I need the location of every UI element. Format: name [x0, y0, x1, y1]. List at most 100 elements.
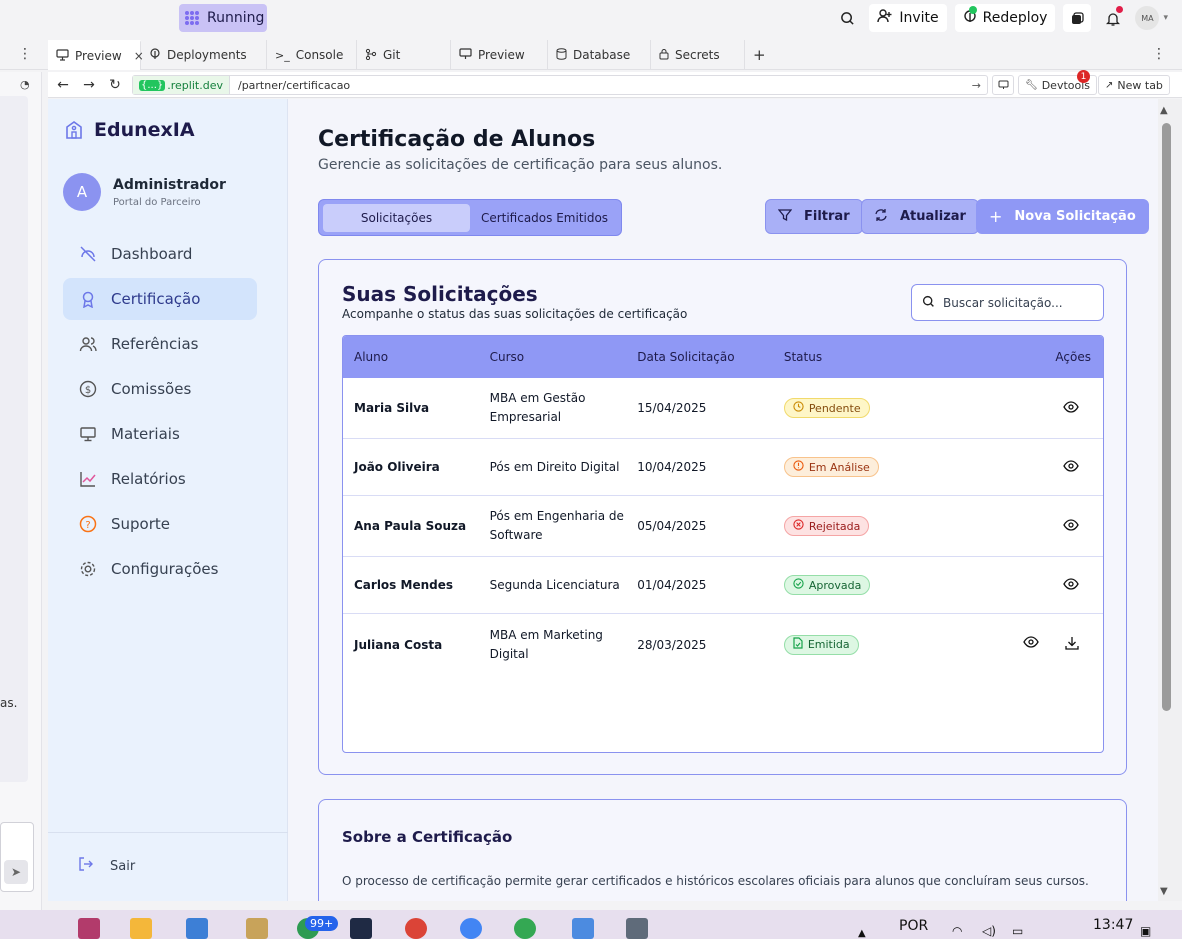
- download-icon[interactable]: [1065, 636, 1079, 653]
- sidebar-item-configuracoes[interactable]: Configurações: [63, 548, 257, 590]
- tab-certificados-emitidos[interactable]: Certificados Emitidos: [472, 204, 617, 232]
- clock-time[interactable]: 13:47: [1093, 917, 1133, 933]
- chrome-icon[interactable]: [405, 918, 427, 939]
- terminal-icon[interactable]: [350, 918, 372, 939]
- sidebar-item-referencias[interactable]: Referências: [63, 323, 257, 365]
- eye-icon[interactable]: [1063, 400, 1079, 416]
- status-cell: Pendente: [783, 398, 983, 418]
- refresh-label: Atualizar: [900, 209, 966, 224]
- tab-console[interactable]: >_ Console: [267, 40, 357, 70]
- tab-secrets[interactable]: Secrets: [651, 40, 745, 70]
- calculator-icon[interactable]: [626, 918, 648, 939]
- kebab-icon[interactable]: ⋮: [18, 46, 32, 62]
- table-row[interactable]: Maria Silva MBA em Gestão Empresarial 15/…: [343, 378, 1103, 439]
- notepad-icon[interactable]: [572, 918, 594, 939]
- new-tab-button[interactable]: ↗ New tab: [1098, 75, 1170, 95]
- tab-preview[interactable]: Preview ×: [48, 40, 144, 70]
- notifications-icon[interactable]: ▣: [1140, 924, 1151, 938]
- notification-count: 99+: [305, 916, 339, 931]
- volume-icon[interactable]: ◁): [982, 924, 996, 938]
- scroll-up-icon[interactable]: ▲: [1160, 105, 1168, 116]
- reload-icon[interactable]: ↻: [102, 77, 128, 93]
- card-subtitle: Acompanhe o status das suas solicitações…: [342, 307, 688, 321]
- scroll-down-icon[interactable]: ▼: [1160, 886, 1168, 897]
- sidebar-item-suporte[interactable]: ? Suporte: [63, 503, 257, 545]
- search-icon[interactable]: [833, 4, 861, 32]
- scrollbar-thumb[interactable]: [1162, 123, 1171, 711]
- eye-icon[interactable]: [1063, 518, 1079, 534]
- tab-label: Preview: [478, 48, 525, 62]
- sidebar-item-comissoes[interactable]: $ Comissões: [63, 368, 257, 410]
- column-header[interactable]: Aluno: [343, 350, 490, 364]
- table-row[interactable]: Carlos Mendes Segunda Licenciatura 01/04…: [343, 557, 1103, 614]
- monitor-icon: [459, 47, 472, 63]
- back-icon[interactable]: ←: [50, 77, 76, 93]
- eye-icon[interactable]: [1023, 636, 1039, 653]
- battery-icon[interactable]: ▭: [1012, 924, 1023, 938]
- device-icon[interactable]: [992, 75, 1014, 95]
- add-tab-button[interactable]: +: [745, 40, 775, 70]
- sidebar-item-relatorios[interactable]: Relatórios: [63, 458, 257, 500]
- books-icon[interactable]: [78, 918, 100, 939]
- column-header[interactable]: Curso: [490, 348, 638, 367]
- invite-button[interactable]: Invite: [869, 4, 947, 32]
- history-icon[interactable]: ◔: [20, 78, 30, 91]
- language-indicator[interactable]: POR: [899, 918, 928, 934]
- sidebar-item-label: Comissões: [111, 380, 192, 398]
- request-date: 10/04/2025: [637, 460, 707, 474]
- tab-solicitacoes[interactable]: Solicitações: [323, 204, 470, 232]
- filter-button[interactable]: Filtrar: [765, 199, 863, 234]
- brand[interactable]: EdunexIA: [64, 119, 195, 141]
- tab-database[interactable]: Database: [548, 40, 651, 70]
- wrench-icon: 🔧︎: [1025, 79, 1038, 91]
- page-scrollbar[interactable]: ▲ ▼: [1158, 99, 1182, 901]
- refresh-button[interactable]: Atualizar: [861, 199, 979, 234]
- tab-deployments[interactable]: Deployments: [141, 40, 267, 70]
- column-header[interactable]: Data Solicitação: [637, 350, 784, 364]
- kebab-icon[interactable]: ⋮: [1152, 46, 1166, 62]
- course-line: Empresarial: [489, 410, 562, 424]
- database-icon: [556, 47, 567, 63]
- table-row[interactable]: Juliana Costa MBA em Marketing Digital 28…: [343, 614, 1103, 675]
- eye-icon[interactable]: [1063, 577, 1079, 593]
- tab-git[interactable]: Git: [357, 40, 451, 70]
- student-name: Maria Silva: [354, 401, 430, 415]
- new-request-button[interactable]: + Nova Solicitação: [976, 199, 1149, 234]
- wifi-icon[interactable]: ◠: [952, 924, 962, 938]
- requests-card: Suas Solicitações Acompanhe o status das…: [318, 259, 1127, 775]
- tab-preview-2[interactable]: Preview: [451, 40, 548, 70]
- forward-icon[interactable]: →: [76, 77, 102, 93]
- send-icon[interactable]: ➤: [4, 860, 28, 884]
- chrome-profile-icon[interactable]: [460, 918, 482, 939]
- chrome-profile-m-icon[interactable]: [514, 918, 536, 939]
- multiplayer-icon[interactable]: [1063, 4, 1092, 32]
- table-row[interactable]: João Oliveira Pós em Direito Digital 10/…: [343, 439, 1103, 496]
- logout-button[interactable]: Sair: [78, 857, 135, 875]
- actions-cell: [983, 400, 1103, 416]
- search-input[interactable]: Buscar solicitação...: [911, 284, 1104, 321]
- account-menu[interactable]: MA ▾: [1135, 6, 1168, 30]
- devtools-button[interactable]: 🔧︎ Devtools 1: [1018, 70, 1098, 95]
- sidebar-item-certificacao[interactable]: Certificação: [63, 278, 257, 320]
- redeploy-label: Redeploy: [982, 10, 1048, 26]
- table-row[interactable]: Ana Paula Souza Pós em Engenharia de Soft…: [343, 496, 1103, 557]
- go-arrow-icon[interactable]: →: [972, 79, 981, 92]
- sidebar-item-dashboard[interactable]: Dashboard: [63, 233, 257, 275]
- chevron-up-icon[interactable]: ▲: [858, 928, 866, 939]
- run-button[interactable]: Running: [179, 4, 267, 32]
- url-field[interactable]: {...} .replit.dev /partner/certificacao …: [132, 75, 988, 95]
- bell-icon[interactable]: [1099, 4, 1127, 32]
- tab-label: Secrets: [675, 48, 720, 62]
- status-cell: Rejeitada: [783, 516, 983, 536]
- lock-app-icon[interactable]: [246, 918, 268, 939]
- redeploy-button[interactable]: Redeploy: [954, 4, 1056, 32]
- column-header[interactable]: Status: [784, 350, 983, 364]
- plus-icon: +: [989, 207, 1003, 226]
- course-name: Segunda Licenciatura: [490, 576, 638, 595]
- page-title: Certificação de Alunos: [318, 127, 596, 152]
- folder-icon[interactable]: [130, 918, 152, 939]
- eye-icon[interactable]: [1063, 459, 1079, 475]
- status-badge: Emitida: [783, 634, 859, 655]
- sidebar-item-materiais[interactable]: Materiais: [63, 413, 257, 455]
- control-panel-icon[interactable]: [186, 918, 208, 939]
